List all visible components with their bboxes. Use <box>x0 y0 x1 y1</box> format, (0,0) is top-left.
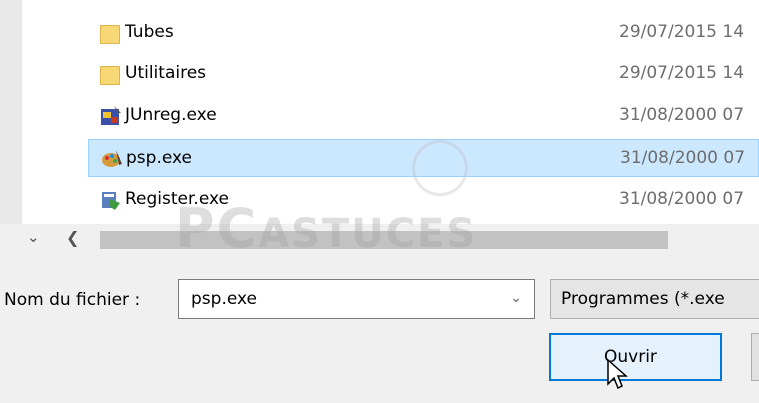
filename-input[interactable]: psp.exe ⌄ <box>178 279 535 319</box>
file-name: Tubes <box>125 22 174 42</box>
register-app-icon <box>102 192 120 210</box>
file-date: 29/07/2015 14 <box>619 22 745 42</box>
watermark-sun-logo <box>412 140 468 196</box>
folder-icon <box>100 66 120 85</box>
file-date: 29/07/2015 14 <box>619 63 745 83</box>
folder-icon <box>100 25 120 44</box>
file-row-tubes[interactable]: Tubes 29/07/2015 14 <box>88 14 759 52</box>
filename-label: Nom du fichier : <box>4 290 141 310</box>
file-row-utilitaires[interactable]: Utilitaires 29/07/2015 14 <box>88 55 759 93</box>
file-list: Tubes 29/07/2015 14 Utilitaires 29/07/20… <box>0 0 759 224</box>
file-name: JUnreg.exe <box>125 105 217 125</box>
file-date: 31/08/2000 07 <box>619 189 745 209</box>
file-name: psp.exe <box>126 148 192 168</box>
navigation-pane-edge <box>0 0 22 224</box>
junreg-app-icon <box>101 106 121 125</box>
file-name: Utilitaires <box>125 63 207 83</box>
watermark-text-astuces: ASTUCES <box>258 211 478 257</box>
filetype-value: Programmes (*.exe <box>561 289 725 309</box>
chevron-down-icon[interactable]: ⌄ <box>27 228 40 246</box>
file-date: 31/08/2000 07 <box>620 148 746 168</box>
chevron-down-icon[interactable]: ⌄ <box>510 290 522 306</box>
psp-app-icon <box>102 150 122 167</box>
watermark-text-pc: PC <box>175 197 259 260</box>
open-button[interactable]: Ouvrir <box>549 333 722 381</box>
file-row-junreg[interactable]: JUnreg.exe 31/08/2000 07 <box>88 97 759 135</box>
mouse-cursor-icon <box>607 358 628 390</box>
pcastuces-watermark: PCASTUCES <box>175 197 477 260</box>
cancel-button[interactable] <box>751 333 759 381</box>
filename-value: psp.exe <box>191 289 257 309</box>
file-date: 31/08/2000 07 <box>619 105 745 125</box>
filetype-select[interactable]: Programmes (*.exe <box>550 279 759 319</box>
scroll-left-arrow-icon[interactable]: ❮ <box>66 228 79 247</box>
